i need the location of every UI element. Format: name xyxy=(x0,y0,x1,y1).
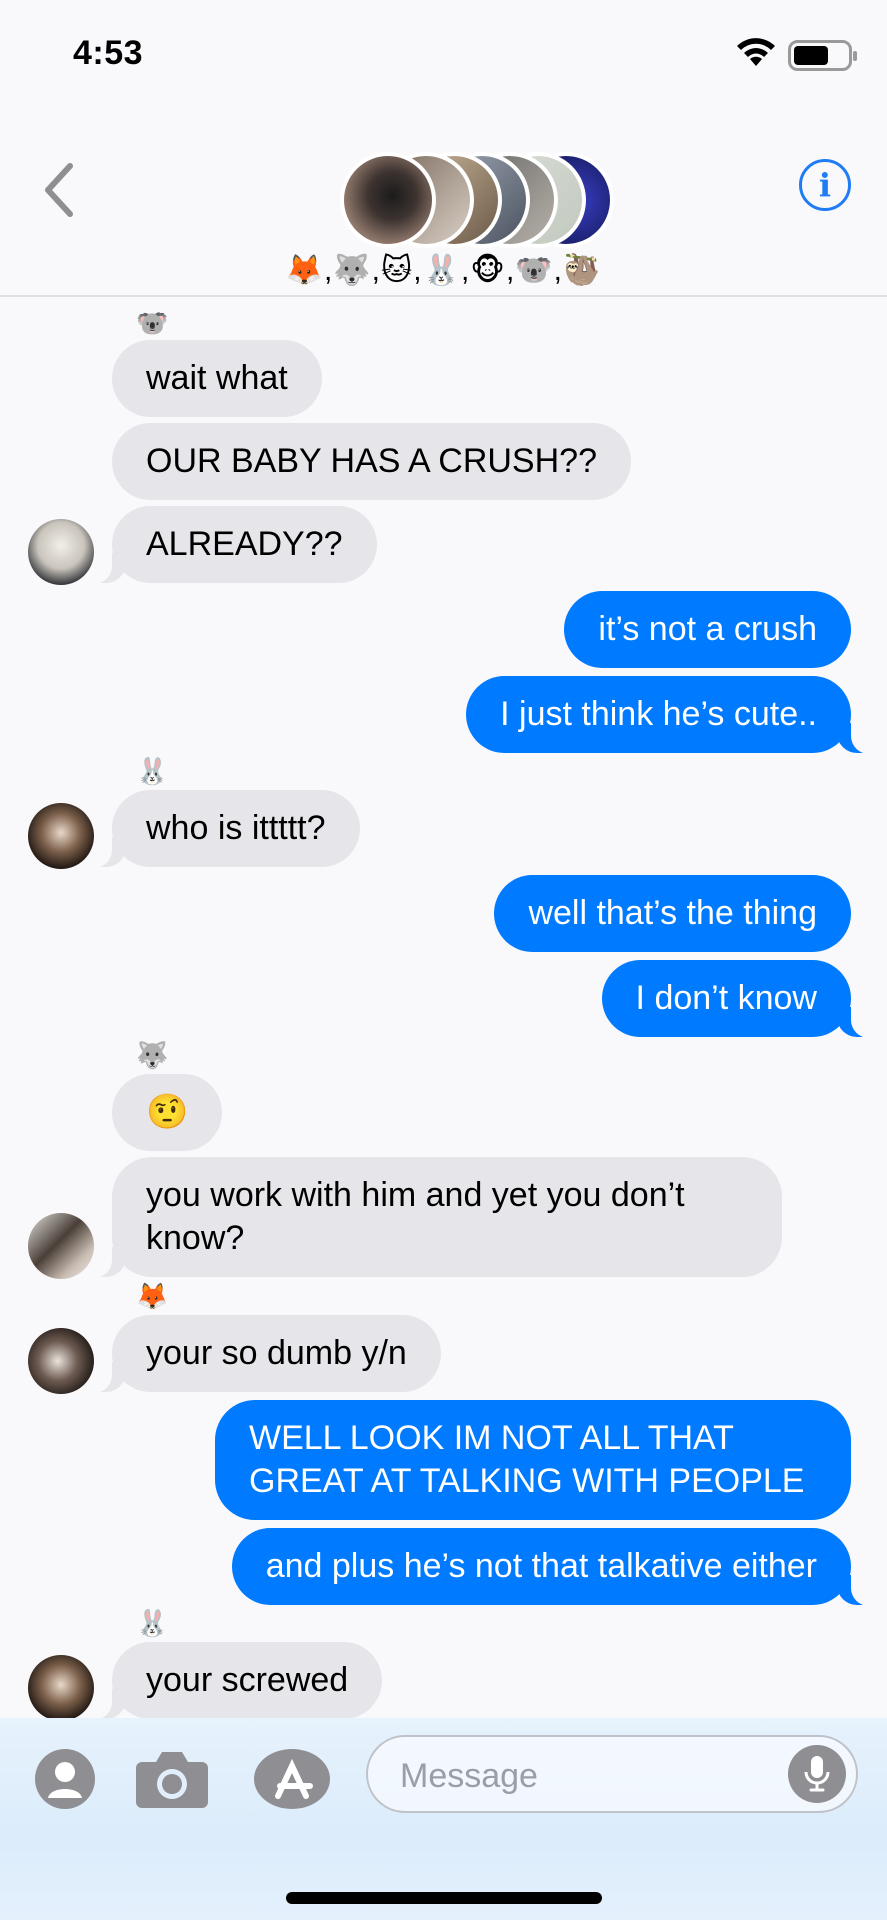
message-input-field[interactable] xyxy=(366,1735,858,1813)
contact-icon[interactable] xyxy=(34,1748,96,1810)
sender-avatar[interactable] xyxy=(28,519,94,585)
outgoing-message[interactable]: it’s not a crush xyxy=(564,591,851,668)
incoming-message[interactable]: ALREADY?? xyxy=(82,506,377,584)
sender-avatar[interactable] xyxy=(28,1213,94,1279)
message-input[interactable] xyxy=(398,1753,782,1799)
app-store-icon[interactable] xyxy=(252,1748,332,1810)
sender-label: 🦊 xyxy=(136,1281,169,1311)
camera-icon[interactable] xyxy=(134,1748,210,1810)
incoming-message[interactable]: who is ittttt? xyxy=(82,790,360,868)
sender-avatar[interactable] xyxy=(28,803,94,869)
sender-label: 🐰 xyxy=(136,1608,169,1638)
microphone-icon[interactable] xyxy=(788,1745,846,1803)
sender-label: 🐰 xyxy=(136,756,169,786)
outgoing-message[interactable]: WELL LOOK IM NOT ALL THAT GREAT AT TALKI… xyxy=(215,1400,851,1520)
incoming-message[interactable]: wait what xyxy=(112,340,322,417)
incoming-message[interactable]: 🤨 xyxy=(112,1074,223,1151)
incoming-message[interactable]: OUR BABY HAS A CRUSH?? xyxy=(112,423,631,500)
home-indicator xyxy=(286,1892,602,1904)
battery-icon xyxy=(788,40,857,71)
wifi-icon xyxy=(737,38,775,66)
group-avatar-1 xyxy=(340,152,436,248)
outgoing-message[interactable]: I just think he’s cute.. xyxy=(466,676,881,754)
incoming-message[interactable]: your screwed xyxy=(81,1642,383,1720)
info-button[interactable]: i xyxy=(799,159,851,211)
group-name[interactable]: 🦊,🐺,🐱,🐰,🐵,🐨,🦥 xyxy=(0,253,887,288)
sender-avatar[interactable] xyxy=(28,1655,94,1721)
incoming-message[interactable]: you work with him and yet you don’t know… xyxy=(82,1157,782,1278)
incoming-message[interactable]: your so dumb y/n xyxy=(82,1315,441,1393)
status-time: 4:53 xyxy=(73,34,144,72)
status-bar: 4:53 xyxy=(0,0,887,110)
outgoing-message[interactable]: well that’s the thing xyxy=(494,875,851,952)
sender-label: 🐺 xyxy=(136,1040,169,1070)
conversation-header: 🦊,🐺,🐱,🐰,🐵,🐨,🦥 i xyxy=(0,110,887,297)
sender-avatar[interactable] xyxy=(28,1328,94,1394)
outgoing-message[interactable]: I don’t know xyxy=(601,960,882,1038)
outgoing-message[interactable]: and plus he’s not that talkative either xyxy=(231,1528,882,1606)
sender-label: 🐨 xyxy=(136,308,169,338)
group-avatars[interactable] xyxy=(340,152,620,252)
compose-bar xyxy=(0,1718,887,1920)
back-chevron-icon[interactable] xyxy=(40,160,80,220)
